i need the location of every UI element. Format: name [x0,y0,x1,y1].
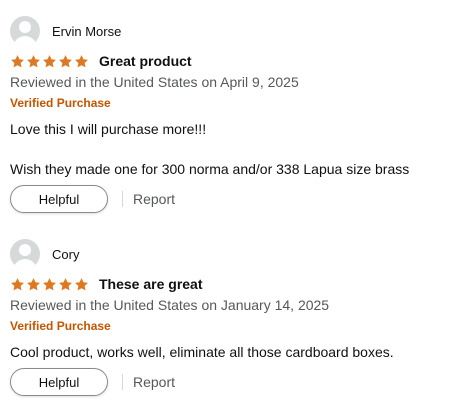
helpful-button[interactable]: Helpful [10,368,108,396]
star-rating[interactable] [10,277,89,292]
review-header: Ervin Morse [10,16,121,46]
avatar-icon [10,239,40,269]
divider [122,191,123,207]
review-title[interactable]: Great product [99,53,192,69]
review-date: Reviewed in the United States on January… [10,297,330,313]
star-filled-icon [75,54,88,67]
avatar-icon [10,16,40,46]
star-filled-icon [43,54,56,67]
review-body-paragraph: Love this I will purchase more!!! [10,121,207,137]
review-body: Cool product, works well, eliminate all … [10,342,450,362]
star-filled-icon [59,54,72,67]
helpful-button[interactable]: Helpful [10,185,108,213]
star-filled-icon [27,277,40,290]
star-filled-icon [11,54,24,67]
review-actions: Helpful Report [10,185,175,213]
review-body: Love this I will purchase more!!! Wish t… [10,119,450,179]
verified-purchase-badge: Verified Purchase [10,319,111,333]
verified-purchase-badge: Verified Purchase [10,96,111,110]
divider [122,374,123,390]
report-link[interactable]: Report [133,374,175,390]
review-header: Cory [10,239,79,269]
review-actions: Helpful Report [10,368,175,396]
star-rating[interactable] [10,54,89,69]
review: Ervin Morse Great product Reviewed in th… [0,0,468,213]
star-filled-icon [11,277,24,290]
report-link[interactable]: Report [133,191,175,207]
review-body-paragraph: Cool product, works well, eliminate all … [10,344,394,360]
review-date: Reviewed in the United States on April 9… [10,74,299,90]
reviewer-name[interactable]: Ervin Morse [52,24,121,39]
star-filled-icon [27,54,40,67]
review-title[interactable]: These are great [99,276,203,292]
star-filled-icon [59,277,72,290]
review-body-paragraph: Wish they made one for 300 norma and/or … [10,161,410,177]
star-filled-icon [75,277,88,290]
review: Cory These are great Reviewed in the Uni… [0,223,468,416]
reviewer-name[interactable]: Cory [52,247,79,262]
rating-row: These are great [10,276,203,292]
rating-row: Great product [10,53,192,69]
star-filled-icon [43,277,56,290]
